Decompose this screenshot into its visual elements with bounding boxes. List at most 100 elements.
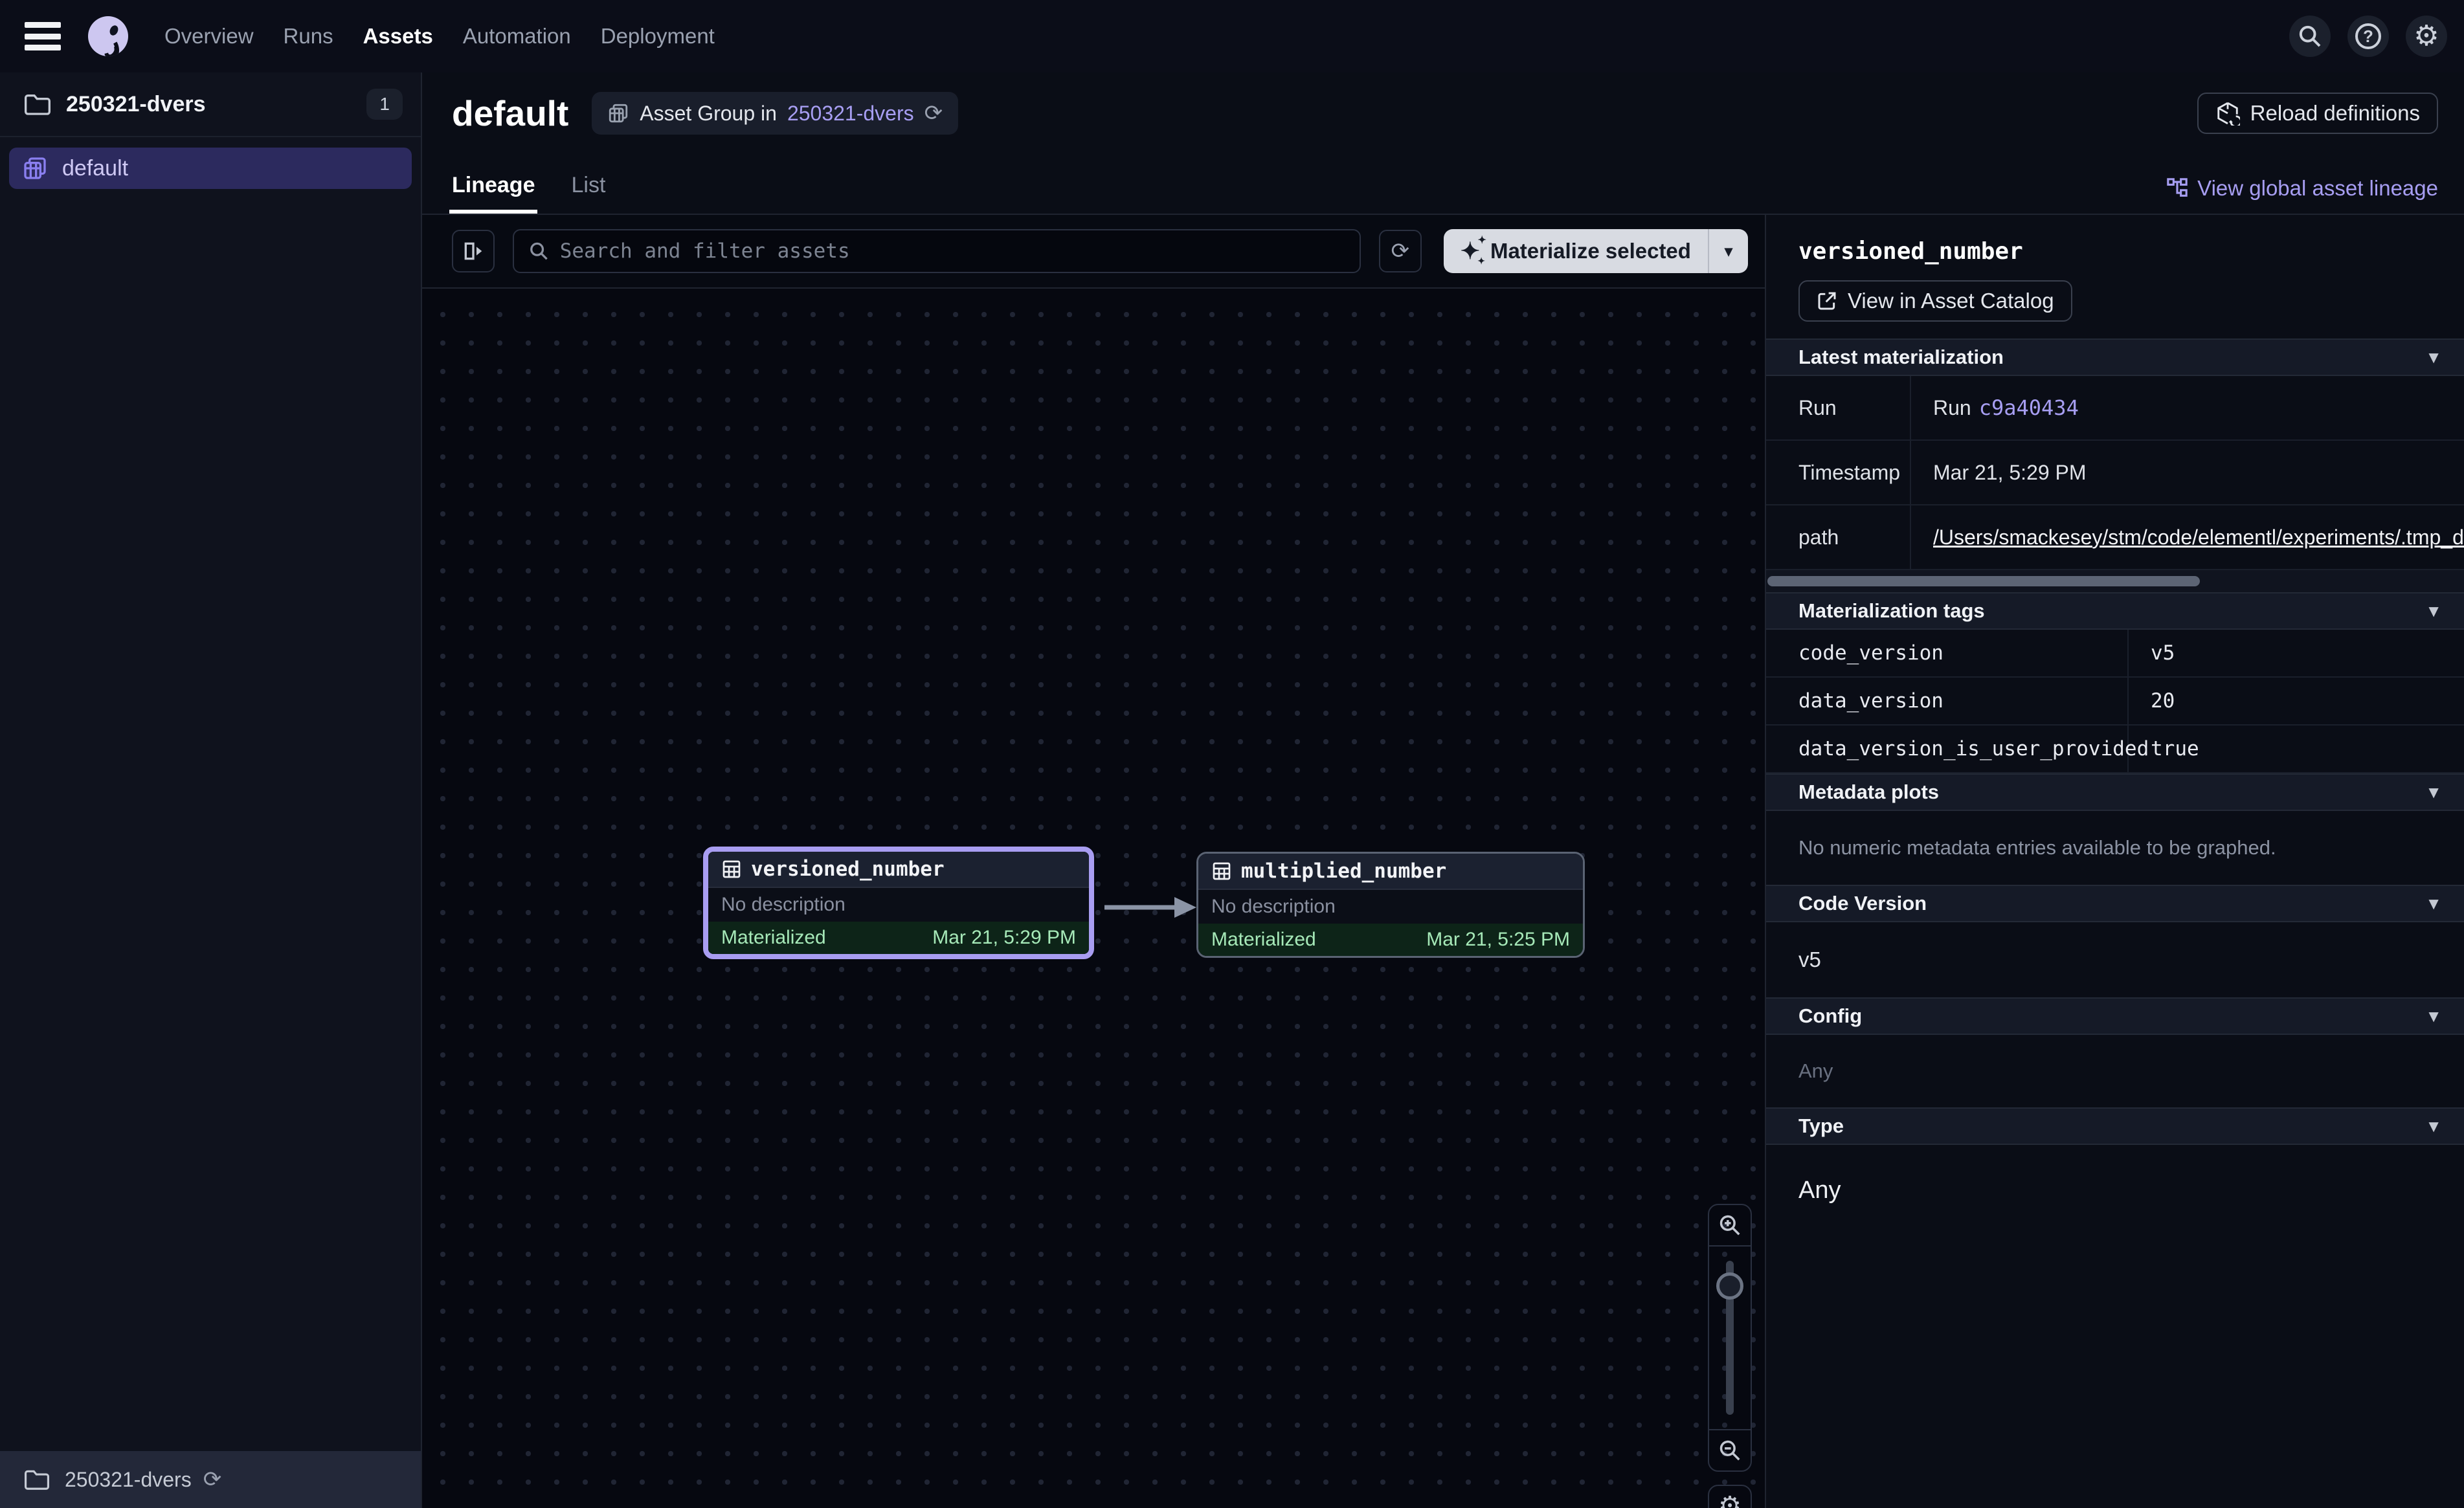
- asset-search-input[interactable]: [560, 239, 1345, 263]
- refresh-graph-button[interactable]: ⟳: [1379, 230, 1422, 272]
- sidebar-item-default[interactable]: default: [9, 148, 412, 189]
- config-value: Any: [1766, 1035, 2464, 1107]
- asset-group-badge: Asset Group in 250321-dvers ⟳: [592, 92, 958, 135]
- zoom-slider[interactable]: [1709, 1247, 1751, 1429]
- help-button[interactable]: ?: [2347, 16, 2389, 57]
- tag-value: true: [2129, 726, 2199, 772]
- tabs: Lineage List View global asset lineage: [422, 154, 2464, 214]
- chevron-down-icon: ▼: [2425, 348, 2442, 368]
- refresh-icon[interactable]: ⟳: [924, 100, 943, 126]
- view-in-asset-catalog-button[interactable]: View in Asset Catalog: [1798, 280, 2072, 322]
- horizontal-scrollbar-thumb[interactable]: [1767, 576, 2200, 586]
- asset-groups-sidebar: 250321-dvers 1 default 250321-dvers ⟳: [0, 72, 422, 1508]
- lineage-canvas[interactable]: versioned_number No description Material…: [422, 289, 1765, 1508]
- materialize-dropdown-button[interactable]: ▾: [1709, 242, 1748, 261]
- tag-key: data_version: [1766, 678, 2129, 724]
- type-value: Any: [1766, 1145, 2464, 1236]
- refresh-icon: ⟳: [1391, 238, 1410, 264]
- expand-sidebar-button[interactable]: [452, 230, 495, 272]
- row-key: Run: [1766, 376, 1911, 439]
- table-icon: [1211, 861, 1232, 882]
- lineage-graph-icon: [2166, 177, 2188, 199]
- latest-run-row: Run Run c9a40434: [1766, 376, 2464, 441]
- status-timestamp: Mar 21, 5:25 PM: [1426, 929, 1570, 951]
- nav-links: Overview Runs Assets Automation Deployme…: [164, 24, 715, 49]
- top-nav-actions: ? ⚙: [2289, 16, 2447, 57]
- zoom-out-icon: [1718, 1438, 1742, 1463]
- section-metadata-plots[interactable]: Metadata plots ▼: [1766, 773, 2464, 811]
- refresh-icon[interactable]: ⟳: [203, 1467, 222, 1492]
- page-header: default Asset Group in 250321-dvers ⟳ Re…: [422, 72, 2464, 215]
- folder-icon: [25, 93, 50, 115]
- run-id-link[interactable]: c9a40434: [1979, 395, 2079, 420]
- section-materialization-tags[interactable]: Materialization tags ▼: [1766, 592, 2464, 630]
- tab-lineage[interactable]: Lineage: [452, 173, 535, 214]
- horizontal-scrollbar: [1766, 570, 2464, 592]
- nav-item-assets[interactable]: Assets: [363, 24, 433, 49]
- graph-settings-button[interactable]: ⚙: [1708, 1485, 1752, 1508]
- materialize-selected-label: Materialize selected: [1490, 239, 1691, 263]
- run-prefix: Run: [1933, 396, 1971, 420]
- page-title: default: [452, 93, 568, 134]
- row-key: Timestamp: [1766, 441, 1911, 504]
- chevron-down-icon: ▼: [2425, 782, 2442, 803]
- reload-definitions-label: Reload definitions: [2250, 101, 2420, 126]
- tab-list[interactable]: List: [571, 173, 605, 214]
- section-config[interactable]: Config ▼: [1766, 997, 2464, 1035]
- sparkles-icon: ✦✦✦: [1461, 239, 1480, 263]
- reload-definitions-button[interactable]: Reload definitions: [2197, 93, 2438, 134]
- status-label: Materialized: [721, 927, 826, 949]
- materialized-status-bar: Materialized Mar 21, 5:29 PM: [708, 922, 1089, 954]
- asset-node-multiplied-number[interactable]: multiplied_number No description Materia…: [1196, 852, 1585, 958]
- asset-node-description: No description: [721, 894, 846, 916]
- timestamp-value: Mar 21, 5:29 PM: [1911, 441, 2464, 504]
- chevron-down-icon: ▼: [2425, 1006, 2442, 1026]
- dagster-logo-icon[interactable]: [88, 16, 128, 56]
- nav-item-runs[interactable]: Runs: [284, 24, 333, 49]
- asset-node-description: No description: [1211, 896, 1336, 918]
- asset-name-title: versioned_number: [1798, 238, 2464, 265]
- chevron-down-icon: ▼: [2425, 1116, 2442, 1137]
- tag-row: data_version_is_user_provided true: [1766, 726, 2464, 773]
- zoom-slider-thumb[interactable]: [1716, 1272, 1743, 1300]
- hamburger-menu-icon[interactable]: [25, 22, 61, 50]
- latest-timestamp-row: Timestamp Mar 21, 5:29 PM: [1766, 441, 2464, 505]
- section-latest-materialization[interactable]: Latest materialization ▼: [1766, 338, 2464, 376]
- lineage-canvas-column: ⟳ ✦✦✦ Materialize selected ▾ versioned_n…: [422, 215, 1765, 1508]
- settings-button[interactable]: ⚙: [2406, 16, 2447, 57]
- canvas-zoom-controls: ⚙: [1708, 1204, 1752, 1508]
- nav-item-automation[interactable]: Automation: [463, 24, 571, 49]
- view-global-asset-lineage-link[interactable]: View global asset lineage: [2166, 176, 2438, 214]
- tag-row: data_version 20: [1766, 678, 2464, 726]
- latest-path-row: path /Users/smackesey/stm/code/elementl/…: [1766, 505, 2464, 570]
- search-button[interactable]: [2289, 16, 2331, 57]
- top-nav: Overview Runs Assets Automation Deployme…: [0, 0, 2464, 72]
- zoom-out-button[interactable]: [1709, 1429, 1751, 1470]
- code-version-value: v5: [1766, 922, 2464, 997]
- materialize-selected-main[interactable]: ✦✦✦ Materialize selected: [1444, 239, 1708, 263]
- chevron-down-icon: ▼: [2425, 894, 2442, 914]
- path-link[interactable]: /Users/smackesey/stm/code/elementl/exper…: [1933, 526, 2464, 549]
- section-code-version[interactable]: Code Version ▼: [1766, 885, 2464, 922]
- sidebar-group-row[interactable]: 250321-dvers 1: [0, 72, 421, 137]
- tag-key: data_version_is_user_provided: [1766, 726, 2129, 772]
- asset-node-versioned-number[interactable]: versioned_number No description Material…: [703, 847, 1094, 959]
- zoom-in-button[interactable]: [1709, 1205, 1751, 1247]
- view-global-asset-lineage-label: View global asset lineage: [2197, 176, 2438, 201]
- status-timestamp: Mar 21, 5:29 PM: [932, 927, 1076, 949]
- nav-item-deployment[interactable]: Deployment: [601, 24, 715, 49]
- nav-item-overview[interactable]: Overview: [164, 24, 254, 49]
- tag-value: 20: [2129, 678, 2175, 724]
- section-type[interactable]: Type ▼: [1766, 1107, 2464, 1145]
- badge-repo-link[interactable]: 250321-dvers: [787, 102, 914, 126]
- external-link-icon: [1817, 291, 1837, 311]
- materialize-selected-button: ✦✦✦ Materialize selected ▾: [1444, 229, 1748, 273]
- graph-toolbar: ⟳ ✦✦✦ Materialize selected ▾: [422, 215, 1765, 289]
- tag-value: v5: [2129, 630, 2175, 676]
- row-key: path: [1766, 505, 1911, 569]
- asset-node-name: multiplied_number: [1241, 859, 1446, 883]
- folder-icon: [25, 1469, 49, 1490]
- help-icon: ?: [2355, 23, 2381, 49]
- metadata-plots-empty-message: No numeric metadata entries available to…: [1766, 811, 2464, 885]
- badge-prefix: Asset Group in: [640, 102, 777, 126]
